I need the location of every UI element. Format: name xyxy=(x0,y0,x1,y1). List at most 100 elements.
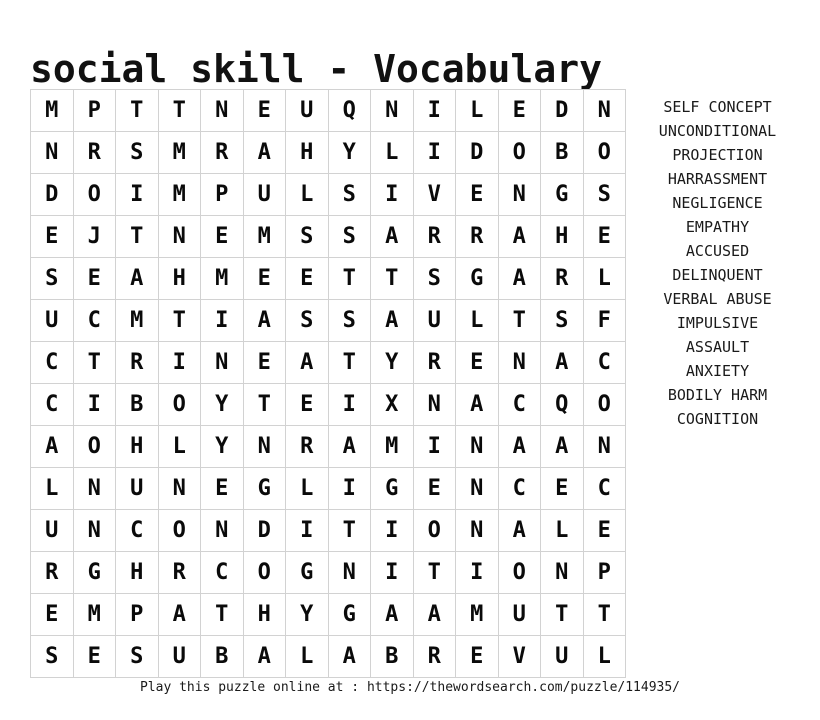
grid-cell[interactable]: O xyxy=(72,173,116,216)
grid-cell[interactable]: E xyxy=(242,257,286,300)
word-list-item[interactable]: SELF CONCEPT xyxy=(620,95,815,119)
grid-cell[interactable]: C xyxy=(200,551,244,594)
grid-cell[interactable]: P xyxy=(72,89,116,132)
grid-cell[interactable]: E xyxy=(285,383,329,426)
grid-cell[interactable]: E xyxy=(30,593,74,636)
word-list-item[interactable]: BODILY HARM xyxy=(620,383,815,407)
grid-cell[interactable]: G xyxy=(455,257,499,300)
grid-cell[interactable]: A xyxy=(455,383,499,426)
word-list-item[interactable]: EMPATHY xyxy=(620,215,815,239)
word-list-item[interactable]: COGNITION xyxy=(620,407,815,431)
grid-cell[interactable]: T xyxy=(157,299,201,342)
grid-cell[interactable]: I xyxy=(200,299,244,342)
grid-cell[interactable]: E xyxy=(200,467,244,510)
grid-cell[interactable]: N xyxy=(157,467,201,510)
grid-cell[interactable]: A xyxy=(412,593,456,636)
grid-cell[interactable]: H xyxy=(115,551,159,594)
grid-cell[interactable]: A xyxy=(370,593,414,636)
grid-cell[interactable]: N xyxy=(370,89,414,132)
grid-cell[interactable]: E xyxy=(285,257,329,300)
grid-cell[interactable]: L xyxy=(30,467,74,510)
grid-cell[interactable]: L xyxy=(455,299,499,342)
grid-cell[interactable]: M xyxy=(115,299,159,342)
grid-cell[interactable]: G xyxy=(285,551,329,594)
grid-cell[interactable]: M xyxy=(157,131,201,174)
grid-cell[interactable]: E xyxy=(72,257,116,300)
grid-cell[interactable]: A xyxy=(157,593,201,636)
grid-cell[interactable]: R xyxy=(412,341,456,384)
grid-cell[interactable]: S xyxy=(285,299,329,342)
grid-cell[interactable]: O xyxy=(157,509,201,552)
grid-cell[interactable]: N xyxy=(200,341,244,384)
grid-cell[interactable]: C xyxy=(72,299,116,342)
grid-cell[interactable]: U xyxy=(115,467,159,510)
grid-cell[interactable]: R xyxy=(455,215,499,258)
grid-cell[interactable]: O xyxy=(72,425,116,468)
grid-cell[interactable]: S xyxy=(327,299,371,342)
grid-cell[interactable]: N xyxy=(157,215,201,258)
grid-cell[interactable]: O xyxy=(497,131,541,174)
grid-cell[interactable]: T xyxy=(540,593,584,636)
grid-cell[interactable]: E xyxy=(242,89,286,132)
grid-cell[interactable]: L xyxy=(285,467,329,510)
grid-cell[interactable]: U xyxy=(157,635,201,678)
grid-cell[interactable]: A xyxy=(370,299,414,342)
grid-cell[interactable]: E xyxy=(455,635,499,678)
grid-cell[interactable]: U xyxy=(242,173,286,216)
grid-cell[interactable]: A xyxy=(497,425,541,468)
grid-cell[interactable]: E xyxy=(30,215,74,258)
grid-cell[interactable]: T xyxy=(370,257,414,300)
grid-cell[interactable]: R xyxy=(285,425,329,468)
grid-cell[interactable]: E xyxy=(582,509,626,552)
grid-cell[interactable]: G xyxy=(370,467,414,510)
grid-cell[interactable]: S xyxy=(412,257,456,300)
grid-cell[interactable]: T xyxy=(497,299,541,342)
grid-cell[interactable]: E xyxy=(455,341,499,384)
grid-cell[interactable]: E xyxy=(242,341,286,384)
grid-cell[interactable]: H xyxy=(242,593,286,636)
grid-cell[interactable]: R xyxy=(157,551,201,594)
grid-cell[interactable]: T xyxy=(72,341,116,384)
grid-cell[interactable]: I xyxy=(370,551,414,594)
grid-cell[interactable]: I xyxy=(72,383,116,426)
word-list-item[interactable]: ASSAULT xyxy=(620,335,815,359)
grid-cell[interactable]: R xyxy=(412,635,456,678)
grid-cell[interactable]: M xyxy=(72,593,116,636)
grid-cell[interactable]: E xyxy=(200,215,244,258)
grid-cell[interactable]: H xyxy=(285,131,329,174)
grid-cell[interactable]: O xyxy=(242,551,286,594)
grid-cell[interactable]: G xyxy=(72,551,116,594)
grid-cell[interactable]: P xyxy=(115,593,159,636)
grid-cell[interactable]: N xyxy=(72,467,116,510)
grid-cell[interactable]: M xyxy=(200,257,244,300)
grid-cell[interactable]: G xyxy=(327,593,371,636)
grid-cell[interactable]: O xyxy=(497,551,541,594)
grid-cell[interactable]: H xyxy=(540,215,584,258)
grid-cell[interactable]: L xyxy=(455,89,499,132)
grid-cell[interactable]: D xyxy=(455,131,499,174)
grid-cell[interactable]: I xyxy=(412,425,456,468)
grid-cell[interactable]: A xyxy=(242,131,286,174)
word-list-item[interactable]: UNCONDITIONAL xyxy=(620,119,815,143)
grid-cell[interactable]: L xyxy=(157,425,201,468)
grid-cell[interactable]: O xyxy=(157,383,201,426)
grid-cell[interactable]: R xyxy=(30,551,74,594)
grid-cell[interactable]: L xyxy=(370,131,414,174)
grid-cell[interactable]: E xyxy=(540,467,584,510)
grid-cell[interactable]: N xyxy=(582,425,626,468)
grid-cell[interactable]: R xyxy=(115,341,159,384)
grid-cell[interactable]: A xyxy=(497,509,541,552)
grid-cell[interactable]: B xyxy=(200,635,244,678)
grid-cell[interactable]: N xyxy=(327,551,371,594)
grid-cell[interactable]: P xyxy=(582,551,626,594)
grid-cell[interactable]: N xyxy=(540,551,584,594)
word-list-item[interactable]: DELINQUENT xyxy=(620,263,815,287)
grid-cell[interactable]: M xyxy=(370,425,414,468)
grid-cell[interactable]: T xyxy=(115,215,159,258)
grid-cell[interactable]: E xyxy=(412,467,456,510)
grid-cell[interactable]: I xyxy=(370,173,414,216)
grid-cell[interactable]: I xyxy=(157,341,201,384)
grid-cell[interactable]: S xyxy=(285,215,329,258)
grid-cell[interactable]: E xyxy=(455,173,499,216)
grid-cell[interactable]: I xyxy=(327,467,371,510)
